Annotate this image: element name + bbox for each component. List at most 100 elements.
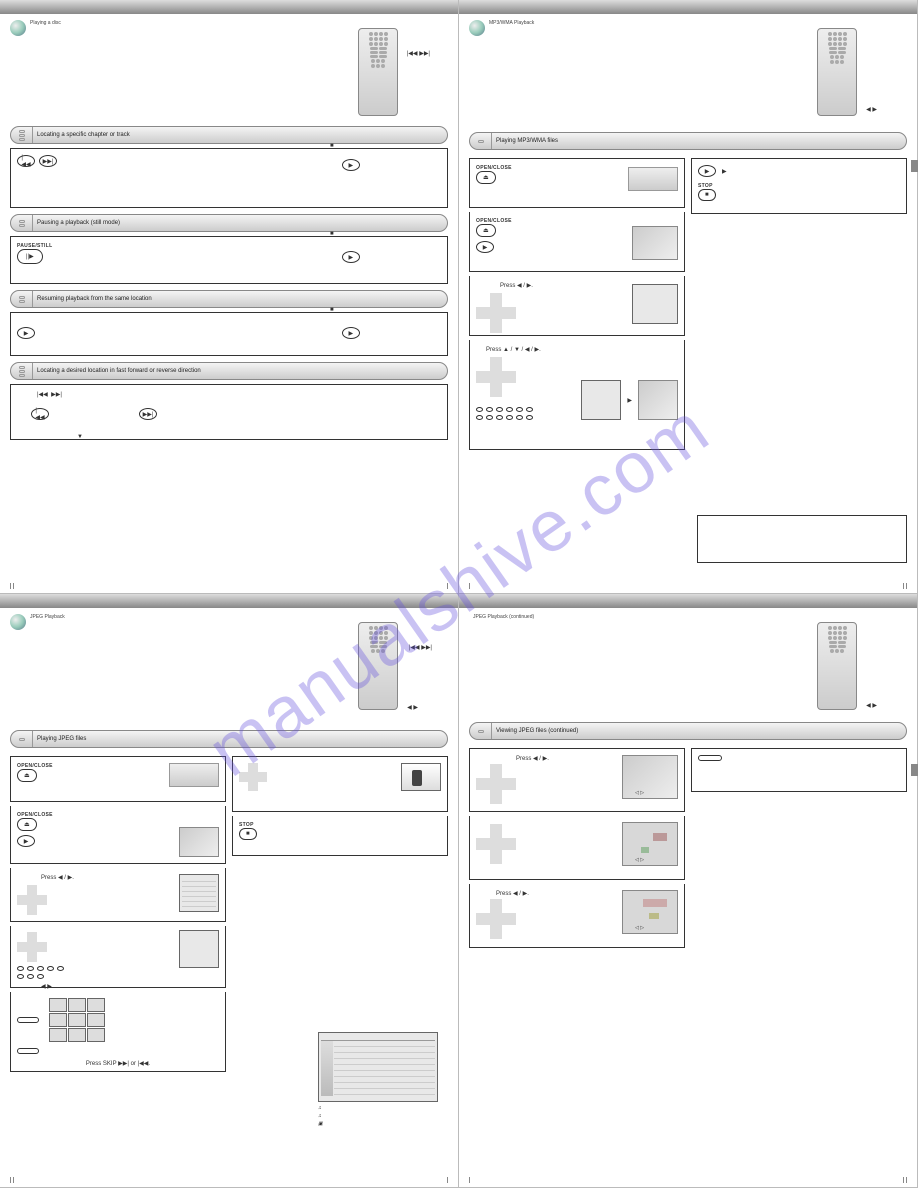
num-buttons[interactable] xyxy=(476,407,536,420)
dpad-6[interactable] xyxy=(476,824,516,864)
lr-label-2: ◀ ▶ xyxy=(41,983,219,990)
page-title: JPEG Playback xyxy=(30,614,65,620)
eject-button-2[interactable]: ⏏ xyxy=(17,818,37,831)
dpad[interactable] xyxy=(17,885,47,915)
pause-label: PAUSE/STILL xyxy=(17,243,441,249)
page-4: JPEG Playback (continued) ◀ ▶ Viewing JP… xyxy=(459,594,918,1188)
remote-illustration xyxy=(358,28,398,116)
play-button-s2[interactable]: ▶ xyxy=(476,241,494,253)
topbar xyxy=(0,0,458,14)
thumb-tab xyxy=(911,764,918,776)
sheet: Playing a disc |◀◀ ▶▶| Locating a specif… xyxy=(0,0,918,1188)
lr-icons: ◀ ▶ xyxy=(866,702,877,709)
page-2: MP3/WMA Playback ◀ ▶ Playing MP3/WMA fil… xyxy=(459,0,918,594)
play-button-s2[interactable]: ▶ xyxy=(17,835,35,847)
remote-illustration xyxy=(358,622,398,710)
note-box xyxy=(697,515,907,563)
file-list-2 xyxy=(179,930,219,968)
topbar xyxy=(459,594,917,608)
pause-still-button[interactable]: ||▶ xyxy=(17,249,43,264)
fwd-button[interactable]: ▶▶| xyxy=(139,408,157,420)
play-button-3b[interactable]: ▶ xyxy=(342,327,360,339)
page-footer xyxy=(10,1177,448,1183)
stop-button[interactable]: ■ xyxy=(239,828,257,840)
section-fastfwd: Locating a desired location in fast forw… xyxy=(10,362,448,380)
dpad-r[interactable] xyxy=(239,763,267,791)
skip-label: Press SKIP ▶▶| or |◀◀. xyxy=(17,1060,219,1067)
section-jpeg-cont: Viewing JPEG files (continued) xyxy=(469,722,907,740)
skip-back-button[interactable]: |◀◀ xyxy=(17,155,35,167)
dpad-2[interactable] xyxy=(17,932,47,962)
eject-button[interactable]: ⏏ xyxy=(17,769,37,782)
step6-box: ◁ ▷ xyxy=(469,816,685,880)
stop-icon-2: ■ xyxy=(330,231,334,237)
bottom-panel: ♫♫▣ xyxy=(318,1032,438,1127)
page-3: JPEG Playback |◀◀ ▶▶| ◀ ▶ Playing JPEG f… xyxy=(0,594,459,1188)
section-bullet xyxy=(469,20,485,36)
step1-box: OPEN/CLOSE ⏏ xyxy=(469,158,685,208)
stop-button[interactable]: ■ xyxy=(698,189,716,201)
fastfwd-box: |◀◀ ▶▶| |◀◀ ▶▶| ▼ xyxy=(10,384,448,440)
skip-icons: |◀◀ ▶▶| xyxy=(409,644,432,651)
skip-fwd-button[interactable]: ▶▶| xyxy=(39,155,57,167)
section-bullet xyxy=(10,20,26,36)
page-footer xyxy=(469,1177,907,1183)
photo-preview xyxy=(401,763,441,791)
dpad-7[interactable] xyxy=(476,899,516,939)
stop-label: STOP xyxy=(239,822,441,828)
remote-illustration xyxy=(817,622,857,710)
section-pause: Pausing a playback (still mode) xyxy=(10,214,448,232)
eject-button-2[interactable]: ⏏ xyxy=(476,224,496,237)
step2-box: OPEN/CLOSE ⏏ ▶ xyxy=(469,212,685,272)
pill-button-r[interactable] xyxy=(698,755,722,761)
eject-button[interactable]: ⏏ xyxy=(476,171,496,184)
resume-box: ▶ ■ ▶ xyxy=(10,312,448,356)
remote-illustration xyxy=(817,28,857,116)
dpad[interactable] xyxy=(476,293,516,333)
skip-box: |◀◀ ▶▶| ■ ▶ xyxy=(10,148,448,208)
lr-icons: ◀ ▶ xyxy=(407,704,418,711)
screen-5: ◁ ▷ xyxy=(622,755,678,799)
dpad-5[interactable] xyxy=(476,764,516,804)
page-footer xyxy=(469,583,907,589)
step4-box: Press ▲ / ▼ / ◀ / ▶. ▶ xyxy=(469,340,685,450)
screens-row: ▶ xyxy=(581,380,678,420)
num-buttons[interactable] xyxy=(17,966,67,979)
section-skip: Locating a specific chapter or track xyxy=(10,126,448,144)
stop-label: STOP xyxy=(698,183,900,189)
play-button[interactable]: ▶ xyxy=(342,159,360,171)
play-button-2[interactable]: ▶ xyxy=(342,251,360,263)
step4-box: ◀ ▶ xyxy=(10,926,226,988)
play-button-r[interactable]: ▶ xyxy=(698,165,716,177)
rew-button[interactable]: |◀◀ xyxy=(31,408,49,420)
thumb-tab xyxy=(911,160,918,172)
open-close-label-2: OPEN/CLOSE xyxy=(17,812,219,818)
tv-screen xyxy=(632,226,678,260)
section-resume: Resuming playback from the same location xyxy=(10,290,448,308)
pill-button-1[interactable] xyxy=(17,1017,39,1023)
pause-box: PAUSE/STILL ||▶ ■ ▶ xyxy=(10,236,448,284)
note-icons: ♫♫▣ xyxy=(318,1105,438,1127)
pill-button-2[interactable] xyxy=(17,1048,39,1054)
stop-icon-3: ■ xyxy=(330,307,334,313)
file-list xyxy=(632,284,678,324)
tv-screen xyxy=(179,827,219,857)
step3-box: Press ◀ / ▶. xyxy=(469,276,685,336)
step3-box: Press ◀ / ▶. xyxy=(10,868,226,922)
page-1: Playing a disc |◀◀ ▶▶| Locating a specif… xyxy=(0,0,459,594)
screen-6: ◁ ▷ xyxy=(622,822,678,866)
right-stop-box: STOP ■ xyxy=(232,816,448,856)
page-title: JPEG Playback (continued) xyxy=(473,614,907,620)
topbar xyxy=(459,0,917,14)
lr-icons: ◀ ▶ xyxy=(866,106,877,113)
right-step-box xyxy=(232,756,448,812)
step1-box: OPEN/CLOSE ⏏ xyxy=(10,756,226,802)
topbar xyxy=(0,594,458,608)
stop-icon: ■ xyxy=(330,143,334,149)
tray-illustration xyxy=(628,167,678,191)
play-button-3[interactable]: ▶ xyxy=(17,327,35,339)
page-footer xyxy=(10,583,448,589)
section-mp3: Playing MP3/WMA files xyxy=(469,132,907,150)
dpad-2[interactable] xyxy=(476,357,516,397)
right-box xyxy=(691,748,907,792)
